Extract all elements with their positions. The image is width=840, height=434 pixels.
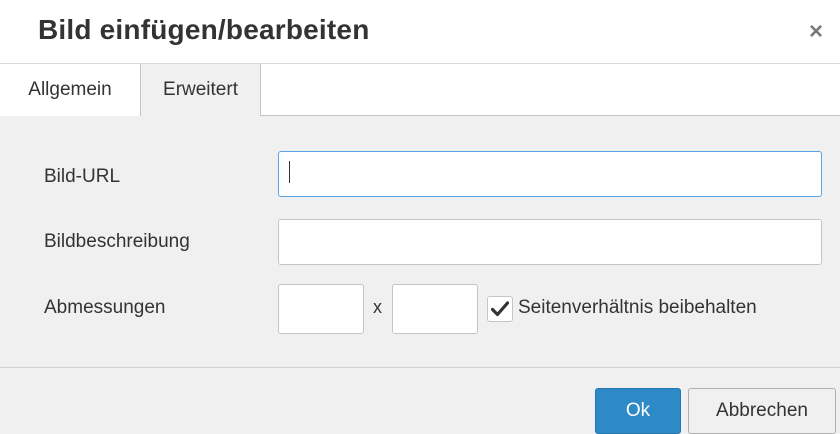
form-panel: Bild-URL Bildbeschreibung Abmessungen x …	[0, 116, 840, 368]
height-input[interactable]	[392, 284, 478, 334]
ok-button[interactable]: Ok	[595, 388, 681, 434]
dialog-header: Bild einfügen/bearbeiten ×	[0, 0, 840, 64]
text-cursor	[289, 161, 290, 183]
tab-allgemein[interactable]: Allgemein	[0, 64, 141, 117]
description-label: Bildbeschreibung	[44, 231, 190, 252]
dimensions-label: Abmessungen	[44, 297, 166, 318]
checkmark-icon	[491, 301, 509, 317]
keep-ratio-label[interactable]: Seitenverhältnis beibehalten	[518, 297, 757, 319]
keep-ratio-checkbox[interactable]	[487, 296, 513, 322]
tab-erweitert[interactable]: Erweitert	[141, 64, 261, 116]
width-input[interactable]	[278, 284, 364, 334]
image-url-input[interactable]	[278, 151, 822, 197]
dimension-separator: x	[373, 297, 382, 317]
tab-bar: Allgemein Erweitert	[0, 64, 840, 117]
image-dialog: Bild einfügen/bearbeiten × Allgemein Erw…	[0, 0, 840, 434]
close-icon[interactable]: ×	[802, 18, 830, 46]
description-input[interactable]	[278, 219, 822, 265]
dialog-footer: Ok Abbrechen	[0, 368, 840, 434]
dialog-title: Bild einfügen/bearbeiten	[38, 14, 370, 45]
cancel-button[interactable]: Abbrechen	[688, 388, 836, 434]
image-url-label: Bild-URL	[44, 166, 121, 187]
